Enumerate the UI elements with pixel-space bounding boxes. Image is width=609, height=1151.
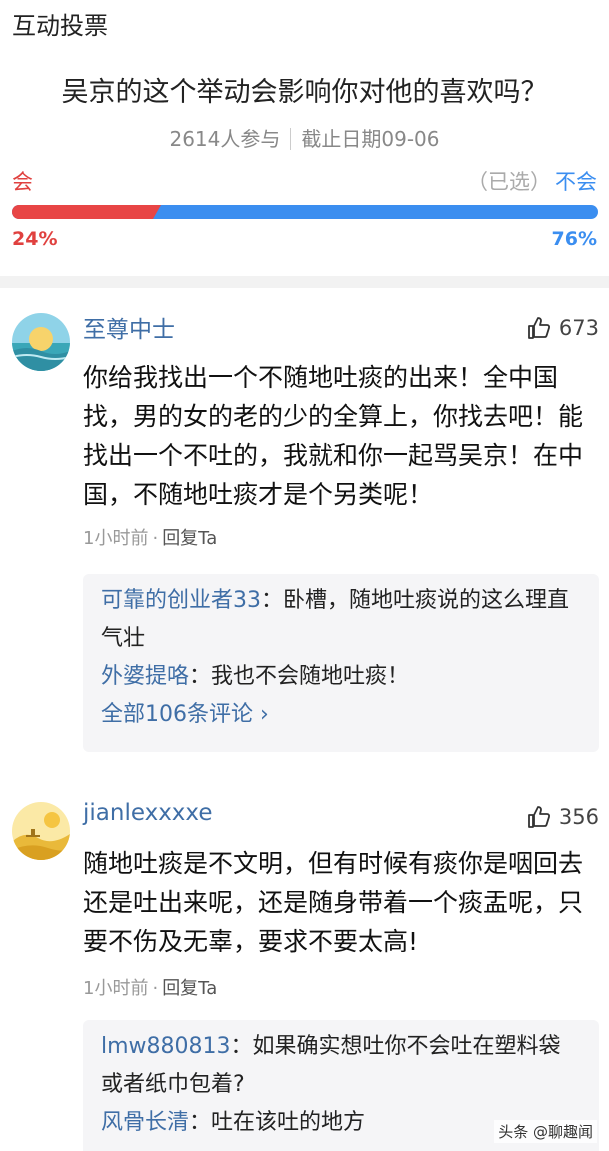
poll-bar-slant — [153, 205, 161, 219]
poll-meta: 2614人参与 截止日期09-06 — [0, 123, 609, 152]
chosen-tag: （已选） — [467, 170, 551, 194]
comment-time: 1小时前 — [83, 978, 149, 999]
poll-question: 吴京的这个举动会影响你对他的喜欢吗？ — [61, 77, 548, 108]
reply-item: 外婆提咯：我也不会随地吐痰！ — [101, 658, 581, 696]
section-title: 互动投票 — [12, 12, 108, 40]
sunset-avatar-icon[interactable] — [12, 313, 70, 371]
reply-text: ：吐在该吐的地方 — [189, 1110, 366, 1135]
poll-option-no[interactable]: （已选） 不会 — [467, 166, 597, 196]
poll-option-no-label: 不会 — [555, 170, 597, 194]
poll-percent-no: 76% — [551, 228, 597, 250]
reply-author[interactable]: 风骨长清 — [101, 1110, 189, 1135]
section-divider — [0, 276, 609, 288]
replies-box: 可靠的创业者33：卧槽，随地吐痰说的这么理直气壮 外婆提咯：我也不会随地吐痰！ … — [83, 574, 599, 752]
like-button[interactable]: 356 — [527, 805, 599, 829]
poll-bar-yes-fill — [12, 205, 153, 219]
comment-meta: 1小时前 · 回复Ta — [83, 978, 218, 999]
desert-avatar-icon[interactable] — [12, 802, 70, 860]
comment-text: 你给我找出一个不随地吐痰的出来！全中国找，男的女的老的少的全算上，你找去吧！能找… — [83, 363, 584, 509]
like-count: 673 — [558, 316, 599, 340]
participant-count: 2614人参与 — [169, 127, 281, 151]
poll-result-bar — [12, 205, 598, 219]
comment-meta: 1小时前 · 回复Ta — [83, 528, 218, 549]
view-all-comments-link[interactable]: 全部106条评论 › — [101, 696, 581, 734]
comment-item: jianlexxxxe 356 随地吐痰是不文明，但有时候有痰你是咽回去还是吐出… — [0, 788, 609, 1151]
comment-item: 至尊中士 673 你给我找出一个不随地吐痰的出来！全中国找，男的女的老的少的全算… — [0, 288, 609, 758]
poll-deadline: 截止日期09-06 — [301, 127, 440, 151]
meta-divider — [290, 128, 292, 150]
comment-text: 随地吐痰是不文明，但有时候有痰你是咽回去还是吐出来呢，还是随身带着一个痰盂呢，只… — [83, 849, 584, 956]
thumbs-up-icon — [528, 806, 550, 828]
reply-author[interactable]: 外婆提咯 — [101, 664, 189, 689]
watermark: 头条 @聊趣闻 — [494, 1120, 597, 1143]
reply-author[interactable]: lmw880813 — [101, 1034, 231, 1059]
reply-author[interactable]: 可靠的创业者33 — [101, 588, 261, 613]
like-button[interactable]: 673 — [527, 316, 599, 340]
reply-item: 可靠的创业者33：卧槽，随地吐痰说的这么理直气壮 — [101, 582, 581, 658]
thumbs-up-icon — [528, 317, 550, 339]
reply-button[interactable]: 回复Ta — [162, 528, 217, 549]
reply-button[interactable]: 回复Ta — [162, 978, 217, 999]
like-count: 356 — [558, 805, 599, 829]
reply-text: ：我也不会随地吐痰！ — [189, 664, 410, 689]
poll-percent-yes: 24% — [12, 228, 58, 250]
poll-option-yes[interactable]: 会 — [12, 166, 33, 196]
comment-username[interactable]: jianlexxxxe — [83, 800, 212, 826]
reply-item: lmw880813：如果确实想吐你不会吐在塑料袋或者纸巾包着? — [101, 1028, 581, 1104]
comment-username[interactable]: 至尊中士 — [83, 310, 175, 344]
comment-time: 1小时前 — [83, 528, 149, 549]
